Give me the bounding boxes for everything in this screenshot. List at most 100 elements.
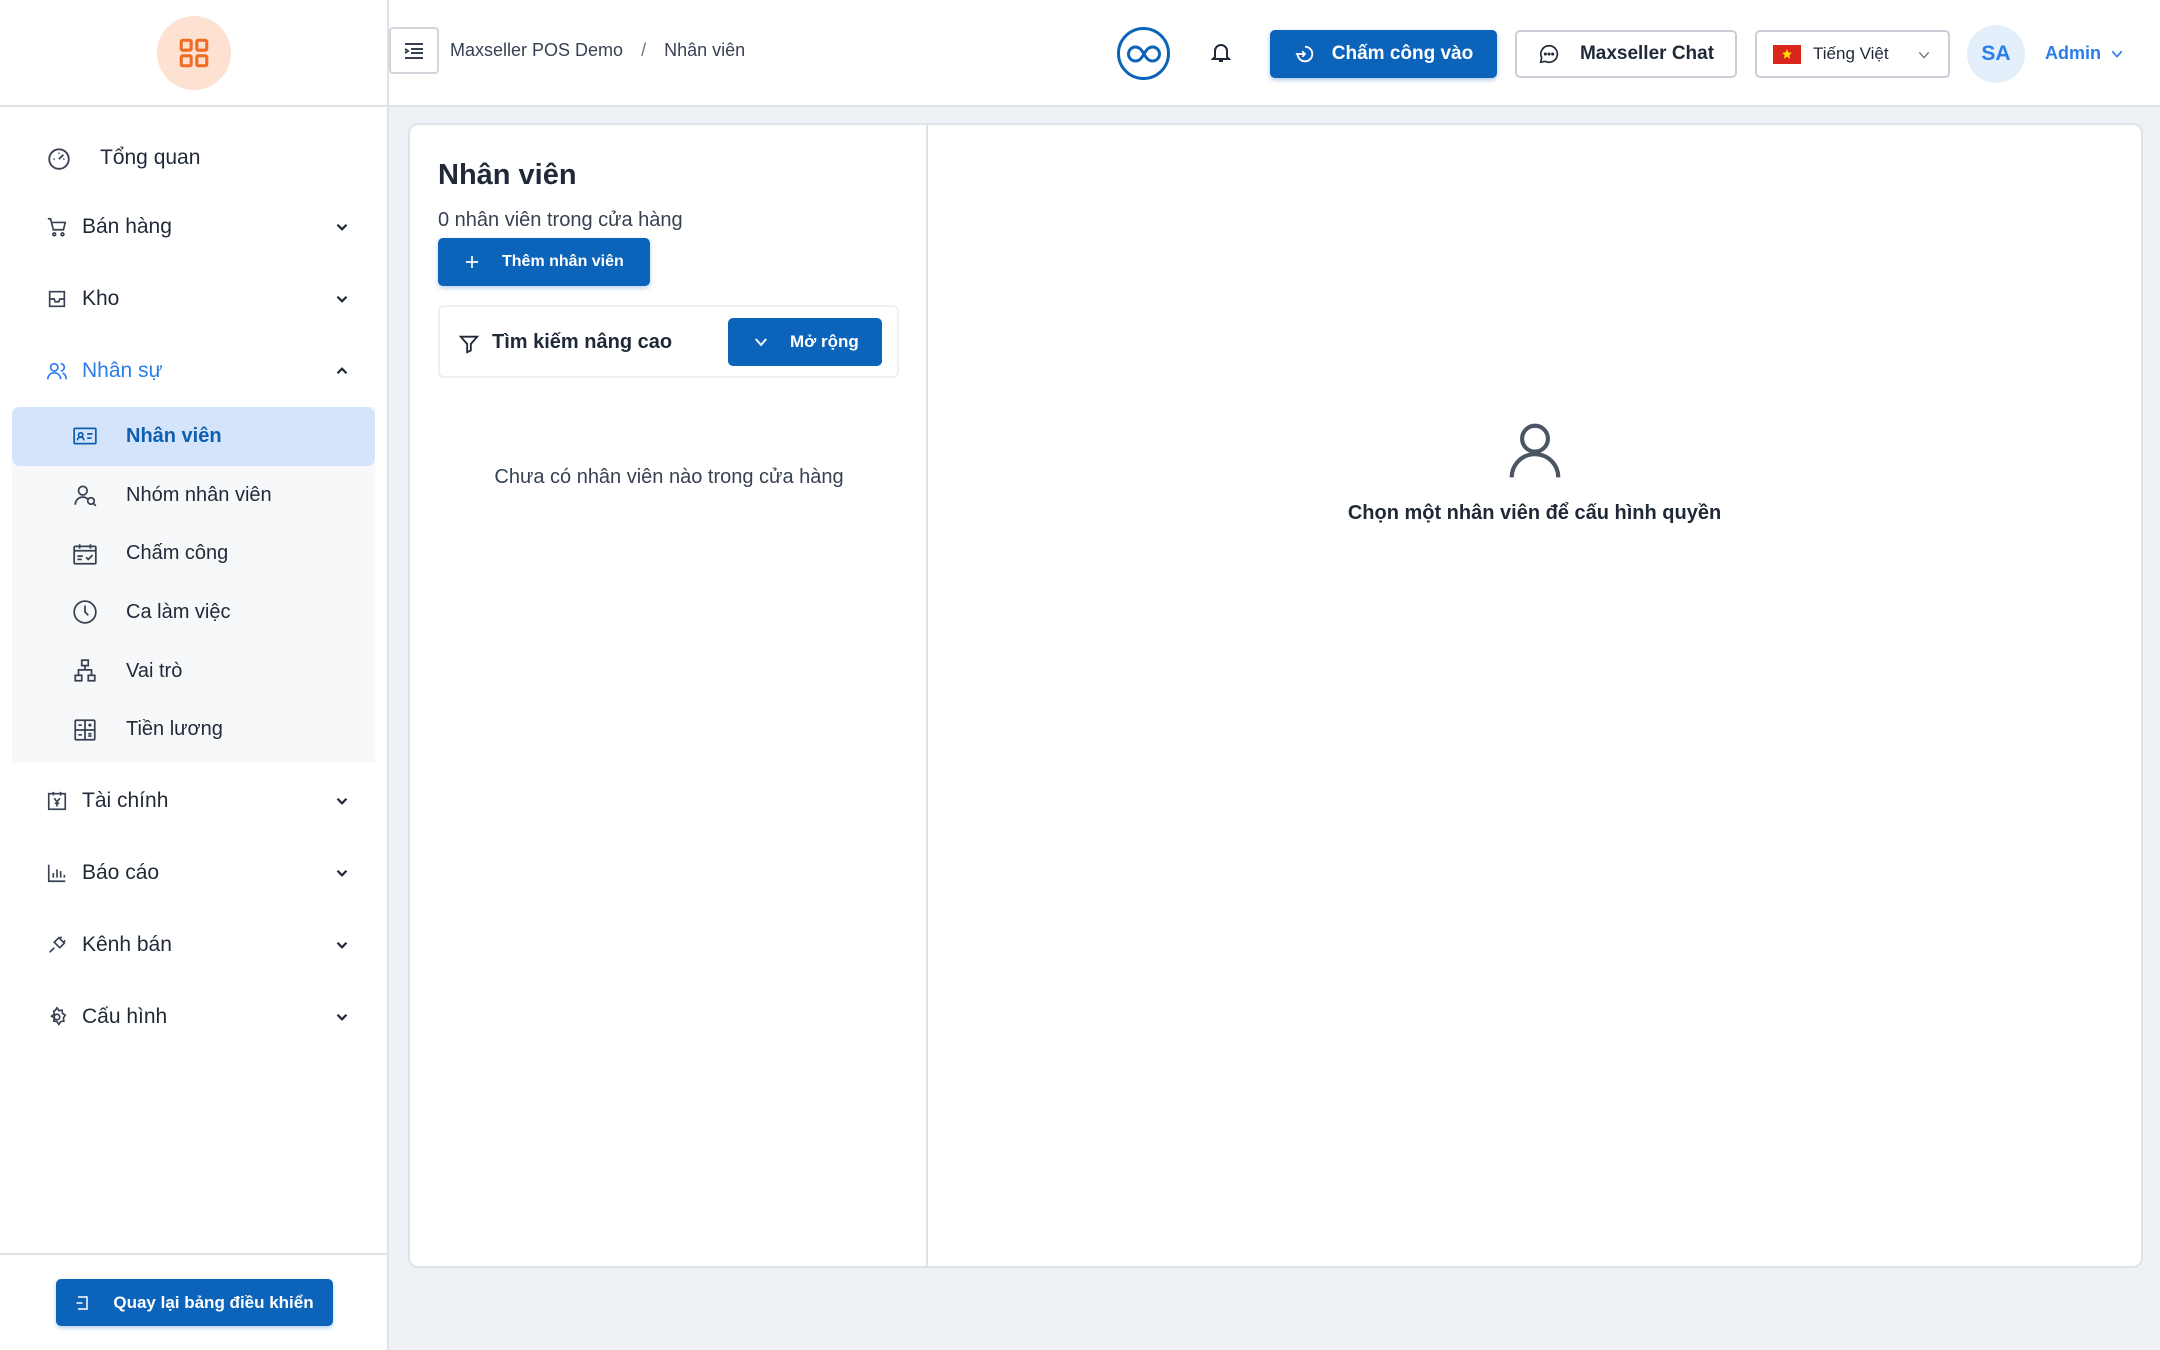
advanced-search-label: Tìm kiếm nâng cao xyxy=(492,331,673,353)
empty-selection-placeholder: Chọn một nhân viên để cấu hình quyền xyxy=(928,418,2141,525)
sidebar-item-ca-lam-viec[interactable]: Ca làm việc xyxy=(12,583,375,642)
breadcrumb-root[interactable]: Maxseller POS Demo xyxy=(450,40,623,61)
grid-icon xyxy=(179,38,208,67)
language-select[interactable]: Tiếng Việt xyxy=(1755,30,1950,78)
logo[interactable] xyxy=(156,15,231,90)
chevron-up-icon xyxy=(336,367,348,375)
employee-count: 0 nhân viên trong cửa hàng xyxy=(438,209,683,231)
advanced-search: Tìm kiếm nâng cao Mở rộng xyxy=(438,305,899,378)
placeholder-text: Chọn một nhân viên để cấu hình quyền xyxy=(1347,502,1722,524)
sidebar-item-label: Tổng quan xyxy=(100,146,201,169)
infinity-button[interactable] xyxy=(1117,27,1170,80)
login-icon xyxy=(1295,45,1313,63)
sidebar-item-label: Báo cáo xyxy=(82,861,160,885)
plug-icon xyxy=(49,936,66,954)
calculator-icon xyxy=(74,719,96,741)
submenu-nhan-su: Nhân viên Nhóm nhân viên Chấm công Ca là… xyxy=(12,407,375,764)
yen-calendar-icon xyxy=(47,791,67,811)
sidebar-item-tien-luong[interactable]: Tiền lương xyxy=(12,700,375,759)
sidebar-item-label: Bán hàng xyxy=(82,215,172,238)
sidebar-item-vai-tro[interactable]: Vai trò xyxy=(12,642,375,701)
chat-button[interactable]: Maxseller Chat xyxy=(1515,30,1737,78)
expand-search-button[interactable]: Mở rộng xyxy=(728,318,882,366)
box-icon xyxy=(48,290,66,308)
sidebar-item-bao-cao[interactable]: Báo cáo xyxy=(0,837,387,909)
clock-in-label: Chấm công vào xyxy=(1331,43,1474,64)
menu-icon xyxy=(404,42,423,59)
sidebar-item-label: Nhân viên xyxy=(126,424,222,447)
sidebar-item-nhom-nhan-vien[interactable]: Nhóm nhân viên xyxy=(12,466,375,525)
add-employee-label: Thêm nhân viên xyxy=(502,253,624,270)
back-to-dashboard-button[interactable]: Quay lại bảng điều khiển xyxy=(56,1279,333,1326)
page-title: Nhân viên xyxy=(438,159,577,191)
chevron-down-icon xyxy=(336,798,348,805)
sidebar: Tổng quan Bán hàng Kho Nhân sự Nhân viên… xyxy=(0,0,389,1350)
sidebar-footer: Quay lại bảng điều khiển xyxy=(0,1253,387,1350)
chevron-down-icon xyxy=(336,295,348,303)
chevron-down-icon xyxy=(336,942,348,949)
empty-list-message: Chưa có nhân viên nào trong cửa hàng xyxy=(494,466,844,488)
chevron-down-icon xyxy=(336,1014,348,1021)
sidebar-item-label: Vai trò xyxy=(126,659,183,682)
breadcrumb: Maxseller POS Demo / Nhân viên xyxy=(450,40,745,61)
sidebar-item-ban-hang[interactable]: Bán hàng xyxy=(0,191,387,263)
user-menu[interactable]: Admin xyxy=(2045,43,2125,64)
avatar[interactable]: SA xyxy=(1967,25,2025,83)
cart-icon xyxy=(47,217,67,237)
sidebar-item-label: Nhóm nhân viên xyxy=(126,483,272,506)
plus-icon xyxy=(466,256,478,268)
group-icon xyxy=(74,485,97,507)
hierarchy-icon xyxy=(74,659,96,682)
sidebar-item-label: Chấm công xyxy=(126,542,229,565)
gear-icon xyxy=(50,1006,67,1026)
sidebar-item-label: Cấu hình xyxy=(82,1005,168,1029)
chevron-down-icon xyxy=(2111,50,2123,58)
chevron-down-icon xyxy=(336,223,348,231)
add-employee-button[interactable]: Thêm nhân viên xyxy=(438,238,650,286)
gauge-icon xyxy=(48,148,70,170)
bell-icon[interactable] xyxy=(1209,40,1233,64)
sidebar-item-label: Nhân sự xyxy=(82,359,163,382)
sidebar-nav: Tổng quan Bán hàng Kho Nhân sự Nhân viên… xyxy=(0,107,387,1053)
sidebar-item-nhan-su[interactable]: Nhân sự xyxy=(0,335,387,407)
bar-chart-icon xyxy=(47,864,66,883)
language-label: Tiếng Việt xyxy=(1813,44,1889,63)
sidebar-item-cau-hinh[interactable]: Cấu hình xyxy=(0,981,387,1053)
sidebar-item-cham-cong[interactable]: Chấm công xyxy=(12,524,375,583)
menu-toggle-button[interactable] xyxy=(389,27,439,74)
breadcrumb-separator: / xyxy=(641,40,647,60)
top-header: Maxseller POS Demo / Nhân viên Chấm công… xyxy=(389,0,2160,107)
exit-icon xyxy=(76,1295,89,1310)
sidebar-item-label: Kênh bán xyxy=(82,933,172,957)
expand-label: Mở rộng xyxy=(790,332,859,351)
logo-area xyxy=(0,0,387,107)
employee-list-pane: Nhân viên 0 nhân viên trong cửa hàng Thê… xyxy=(410,125,928,1266)
user-icon xyxy=(1509,423,1560,478)
people-icon xyxy=(47,362,67,380)
sidebar-item-label: Ca làm việc xyxy=(126,600,231,623)
sidebar-item-label: Tài chính xyxy=(82,789,169,813)
sidebar-item-tai-chinh[interactable]: Tài chính xyxy=(0,765,387,837)
sidebar-item-tong-quan[interactable]: Tổng quan xyxy=(0,125,387,191)
sidebar-item-kenh-ban[interactable]: Kênh bán xyxy=(0,909,387,981)
id-card-icon xyxy=(73,427,97,445)
chevron-down-icon xyxy=(755,338,767,347)
user-name: Admin xyxy=(2045,43,2101,63)
vietnam-flag-icon xyxy=(1773,44,1801,64)
chat-label: Maxseller Chat xyxy=(1579,43,1715,64)
chat-icon xyxy=(1539,44,1559,64)
permission-pane: Chọn một nhân viên để cấu hình quyền xyxy=(928,125,2141,1266)
chevron-down-icon xyxy=(336,870,348,877)
clock-in-button[interactable]: Chấm công vào xyxy=(1270,30,1497,78)
infinity-icon xyxy=(1126,44,1161,63)
clock-icon xyxy=(73,600,97,625)
filter-icon xyxy=(458,335,480,354)
sidebar-item-label: Tiền lương xyxy=(126,718,223,741)
main-card: Nhân viên 0 nhân viên trong cửa hàng Thê… xyxy=(408,123,2143,1268)
back-button-label: Quay lại bảng điều khiển xyxy=(113,1292,314,1312)
sidebar-item-nhan-vien[interactable]: Nhân viên xyxy=(12,407,375,466)
sidebar-item-kho[interactable]: Kho xyxy=(0,263,387,335)
sidebar-item-label: Kho xyxy=(82,287,120,310)
calendar-check-icon xyxy=(73,543,97,565)
breadcrumb-current: Nhân viên xyxy=(664,40,746,60)
